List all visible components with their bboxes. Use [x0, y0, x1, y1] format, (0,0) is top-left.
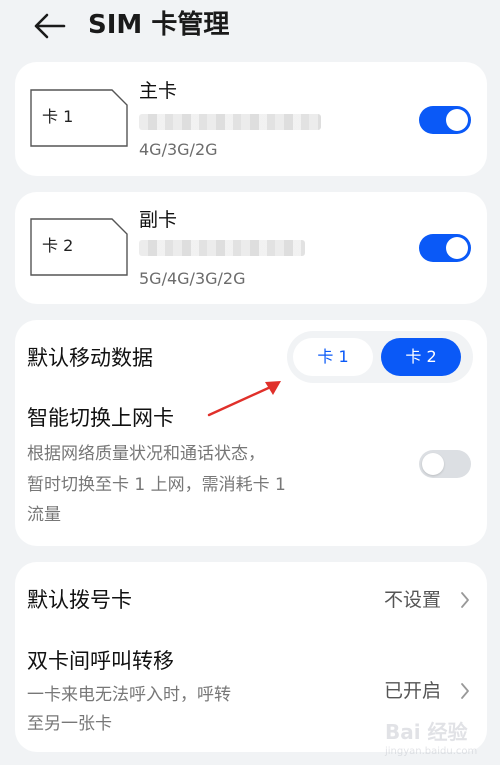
- data-sim-1-option[interactable]: 卡 1: [293, 338, 373, 376]
- sim-slot-label: 卡 1: [42, 107, 74, 126]
- sim-card-icon: 卡 1: [30, 89, 128, 147]
- call-forward-desc-line: 一卡来电无法呼入时，呼转: [27, 685, 231, 705]
- default-dial-row[interactable]: 默认拨号卡 不设置: [15, 562, 487, 640]
- sim-card-2: 卡 2 副卡 5G/4G/3G/2G: [15, 192, 487, 304]
- data-sim-2-option[interactable]: 卡 2: [381, 338, 461, 376]
- default-dial-value: 不设置: [384, 589, 442, 611]
- smart-switch-desc-line: 流量: [27, 505, 61, 525]
- watermark-logo: Bai 经验: [385, 720, 468, 744]
- blurred-phone-number: [139, 240, 305, 256]
- call-forward-desc-line: 至另一张卡: [27, 714, 112, 734]
- smart-switch-title: 智能切换上网卡: [27, 406, 174, 430]
- call-forward-value: 已开启: [384, 680, 442, 702]
- sim-1-toggle[interactable]: [419, 106, 471, 134]
- arrow-left-icon[interactable]: [32, 10, 68, 42]
- header: SIM 卡管理: [0, 0, 500, 52]
- chevron-right-icon: [461, 592, 469, 608]
- page-title: SIM 卡管理: [88, 10, 230, 40]
- chevron-right-icon: [461, 683, 469, 699]
- watermark: Bai 经验 jingyan.baidu.com: [385, 712, 495, 762]
- sim-2-toggle[interactable]: [419, 234, 471, 262]
- data-settings-card: 默认移动数据 卡 1 卡 2 智能切换上网卡 根据网络质量状况和通话状态， 暂时…: [15, 320, 487, 546]
- sim-slot-label: 卡 2: [42, 236, 74, 255]
- sim-name: 副卡: [139, 209, 178, 231]
- data-sim-selector: 卡 1 卡 2: [287, 331, 473, 383]
- smart-switch-desc-line: 暂时切换至卡 1 上网，需消耗卡 1: [27, 475, 286, 495]
- smart-switch-toggle[interactable]: [419, 450, 471, 478]
- sim-card-1: 卡 1 主卡 4G/3G/2G: [15, 62, 487, 176]
- call-forward-title: 双卡间呼叫转移: [27, 649, 174, 673]
- sim-network: 5G/4G/3G/2G: [139, 269, 246, 288]
- watermark-url: jingyan.baidu.com: [385, 746, 478, 757]
- smart-switch-desc-line: 根据网络质量状况和通话状态，: [27, 444, 265, 464]
- sim-name: 主卡: [139, 80, 178, 102]
- sim-card-icon: 卡 2: [30, 218, 128, 276]
- default-dial-label: 默认拨号卡: [27, 588, 132, 612]
- default-data-label: 默认移动数据: [27, 346, 153, 370]
- blurred-phone-number: [139, 114, 321, 130]
- annotation-arrow-icon: [207, 381, 281, 417]
- sim-network: 4G/3G/2G: [139, 140, 218, 159]
